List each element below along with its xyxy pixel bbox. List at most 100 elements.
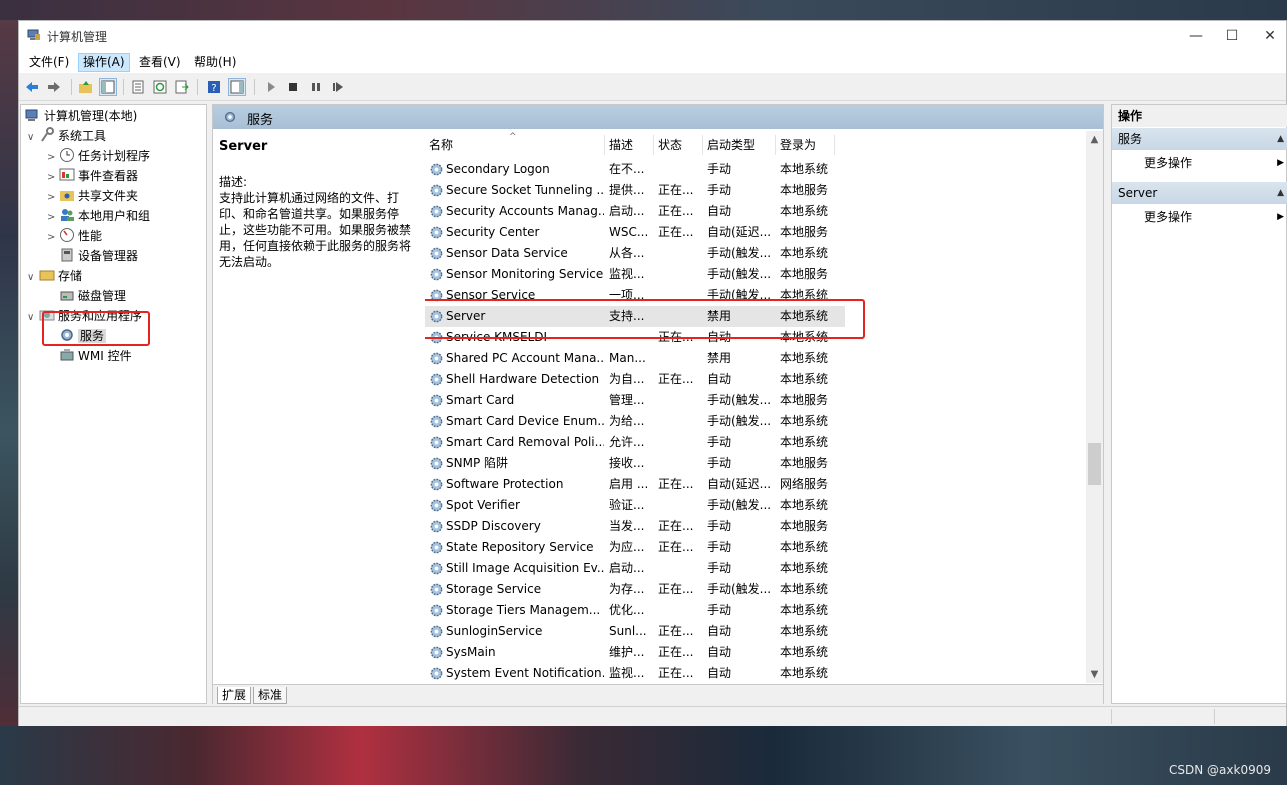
more-actions-services[interactable]: 更多操作 ▶ (1112, 152, 1287, 174)
service-startup-type: 自动 (707, 645, 732, 659)
expand-chevron-icon[interactable]: ∨ (27, 128, 39, 148)
table-row[interactable]: Security Accounts Manag... 启动... 正在... 自动 本地… (425, 201, 845, 222)
table-row[interactable]: Storage Service 为存... 正在... 手动(触发... 本地系统 (425, 579, 845, 600)
table-row[interactable]: SNMP 陷阱 接收... 手动 本地服务 (425, 453, 845, 474)
service-gear-icon (430, 646, 443, 659)
minimize-button[interactable]: — (1178, 25, 1214, 47)
table-row[interactable]: Shared PC Account Mana... Man... 禁用 本地系统 (425, 348, 845, 369)
tree-system-tools[interactable]: ∨ 系统工具 (27, 126, 106, 146)
maximize-button[interactable]: ☐ (1214, 25, 1250, 47)
services-pane-title: 服务 (247, 113, 274, 128)
table-row[interactable]: Software Protection 启用 ... 正在... 自动(延迟... 网络… (425, 474, 845, 495)
expand-chevron-icon[interactable]: > (47, 168, 59, 188)
service-startup-type: 手动 (707, 435, 732, 449)
selected-service-name: Server (219, 139, 268, 154)
menu-action[interactable]: 操作(A) (78, 53, 130, 72)
table-row[interactable]: Sensor Data Service 从各... 手动(触发... 本地系统 (425, 243, 845, 264)
table-row[interactable]: Storage Tiers Managem... 优化... 手动 本地系统 (425, 600, 845, 621)
expand-chevron-icon[interactable]: > (47, 148, 59, 168)
description-label: 描述: (219, 175, 248, 189)
tree-shared-folders[interactable]: > 共享文件夹 (47, 186, 138, 206)
computer-management-icon (27, 29, 40, 40)
pause-service-icon[interactable] (307, 78, 325, 96)
column-header-startup-type[interactable]: 启动类型 (703, 135, 776, 155)
tree-event-viewer[interactable]: > 事件查看器 (47, 166, 138, 186)
tree-storage[interactable]: ∨ 存储 (27, 266, 82, 286)
table-row[interactable]: System Event Notification... 监视... 正在... 自动… (425, 663, 845, 683)
forward-icon[interactable] (45, 78, 63, 96)
submenu-arrow-icon: ▶ (1277, 158, 1284, 168)
service-log-on-as: 本地系统 (780, 351, 829, 365)
table-row[interactable]: Secure Socket Tunneling ... 提供... 正在... 手动 本… (425, 180, 845, 201)
collapse-icon[interactable]: ▲ (1277, 182, 1284, 204)
service-name: SunloginService (446, 624, 543, 638)
tree-task-scheduler[interactable]: > 任务计划程序 (47, 146, 150, 166)
service-status: 正在... (658, 225, 694, 239)
table-row[interactable]: State Repository Service 为应... 正在... 手动 本地系统 (425, 537, 845, 558)
column-header-name[interactable]: 名称 ^ (425, 132, 605, 155)
column-header-description[interactable]: 描述 (605, 135, 654, 155)
tree-local-users[interactable]: > 本地用户和组 (47, 206, 150, 226)
help-icon[interactable]: ? (205, 78, 223, 96)
up-folder-icon[interactable] (77, 78, 95, 96)
menu-file[interactable]: 文件(F) (25, 54, 73, 71)
table-row[interactable]: Security Center WSC... 正在... 自动(延迟... 本地服务 (425, 222, 845, 243)
table-row[interactable]: Smart Card Device Enum... 为给... 手动(触发... 本地… (425, 411, 845, 432)
actions-section-server[interactable]: Server ▲ (1112, 182, 1287, 204)
start-service-icon[interactable] (262, 78, 280, 96)
tree-root[interactable]: 计算机管理(本地) (25, 106, 137, 126)
table-row[interactable]: Shell Hardware Detection 为自... 正在... 自动 本地系统 (425, 369, 845, 390)
column-header-status[interactable]: 状态 (654, 135, 703, 155)
close-button[interactable]: ✕ (1252, 25, 1287, 47)
collapse-icon[interactable]: ▲ (1277, 128, 1284, 150)
tree-device-manager[interactable]: 设备管理器 (59, 246, 138, 266)
service-description: 接收... (609, 456, 645, 470)
tree-wmi[interactable]: WMI 控件 (59, 346, 132, 366)
show-hide-tree-icon[interactable] (99, 78, 117, 96)
tab-standard[interactable]: 标准 (253, 687, 288, 704)
tree-performance[interactable]: > 性能 (47, 226, 102, 246)
stop-service-icon[interactable] (284, 78, 302, 96)
vertical-scrollbar[interactable]: ▲ ▼ (1086, 131, 1103, 683)
export-list-icon[interactable] (173, 78, 191, 96)
table-row[interactable]: SunloginService Sunl... 正在... 自动 本地系统 (425, 621, 845, 642)
table-row[interactable]: Smart Card 管理... 手动(触发... 本地服务 (425, 390, 845, 411)
scroll-down-icon[interactable]: ▼ (1086, 666, 1103, 683)
table-row[interactable]: SSDP Discovery 当发... 正在... 手动 本地服务 (425, 516, 845, 537)
table-row[interactable]: SysMain 维护... 正在... 自动 本地系统 (425, 642, 845, 663)
expand-chevron-icon[interactable]: ∨ (27, 308, 39, 328)
table-row[interactable]: Smart Card Removal Poli... 允许... 手动 本地系统 (425, 432, 845, 453)
more-actions-server[interactable]: 更多操作 ▶ (1112, 206, 1287, 228)
menu-view[interactable]: 查看(V) (135, 54, 185, 71)
tree-disk-management[interactable]: 磁盘管理 (59, 286, 126, 306)
scroll-thumb[interactable] (1088, 443, 1101, 485)
table-row[interactable]: Spot Verifier 验证... 手动(触发... 本地系统 (425, 495, 845, 516)
service-gear-icon (430, 226, 443, 239)
tree-event-viewer-label: 事件查看器 (78, 169, 139, 183)
refresh-icon[interactable] (151, 78, 169, 96)
back-icon[interactable] (23, 78, 41, 96)
scroll-up-icon[interactable]: ▲ (1086, 131, 1103, 148)
table-row[interactable]: Secondary Logon 在不... 手动 本地系统 (425, 159, 845, 180)
computer-management-icon (25, 109, 38, 121)
service-gear-icon (430, 247, 443, 260)
service-startup-type: 手动(触发... (707, 582, 772, 596)
service-description: 当发... (609, 519, 645, 533)
actions-section-services[interactable]: 服务 ▲ (1112, 128, 1287, 150)
service-log-on-as: 本地系统 (780, 666, 829, 680)
expand-chevron-icon[interactable]: > (47, 188, 59, 208)
properties-icon[interactable] (129, 78, 147, 96)
service-description: 启用 ... (609, 477, 649, 491)
expand-chevron-icon[interactable]: > (47, 228, 59, 248)
service-name: Security Accounts Manag... (446, 204, 604, 218)
show-hide-action-pane-icon[interactable] (228, 78, 246, 96)
menu-help[interactable]: 帮助(H) (190, 54, 240, 71)
table-row[interactable]: Still Image Acquisition Ev... 启动... 手动 本地系统 (425, 558, 845, 579)
restart-service-icon[interactable] (329, 78, 347, 96)
column-header-log-on-as[interactable]: 登录为 (776, 135, 835, 155)
tab-extended[interactable]: 扩展 (217, 687, 252, 704)
expand-chevron-icon[interactable]: ∨ (27, 268, 39, 288)
watermark: CSDN @axk0909 (1169, 763, 1271, 777)
expand-chevron-icon[interactable]: > (47, 208, 59, 228)
table-row[interactable]: Sensor Monitoring Service 监视... 手动(触发... 本地… (425, 264, 845, 285)
